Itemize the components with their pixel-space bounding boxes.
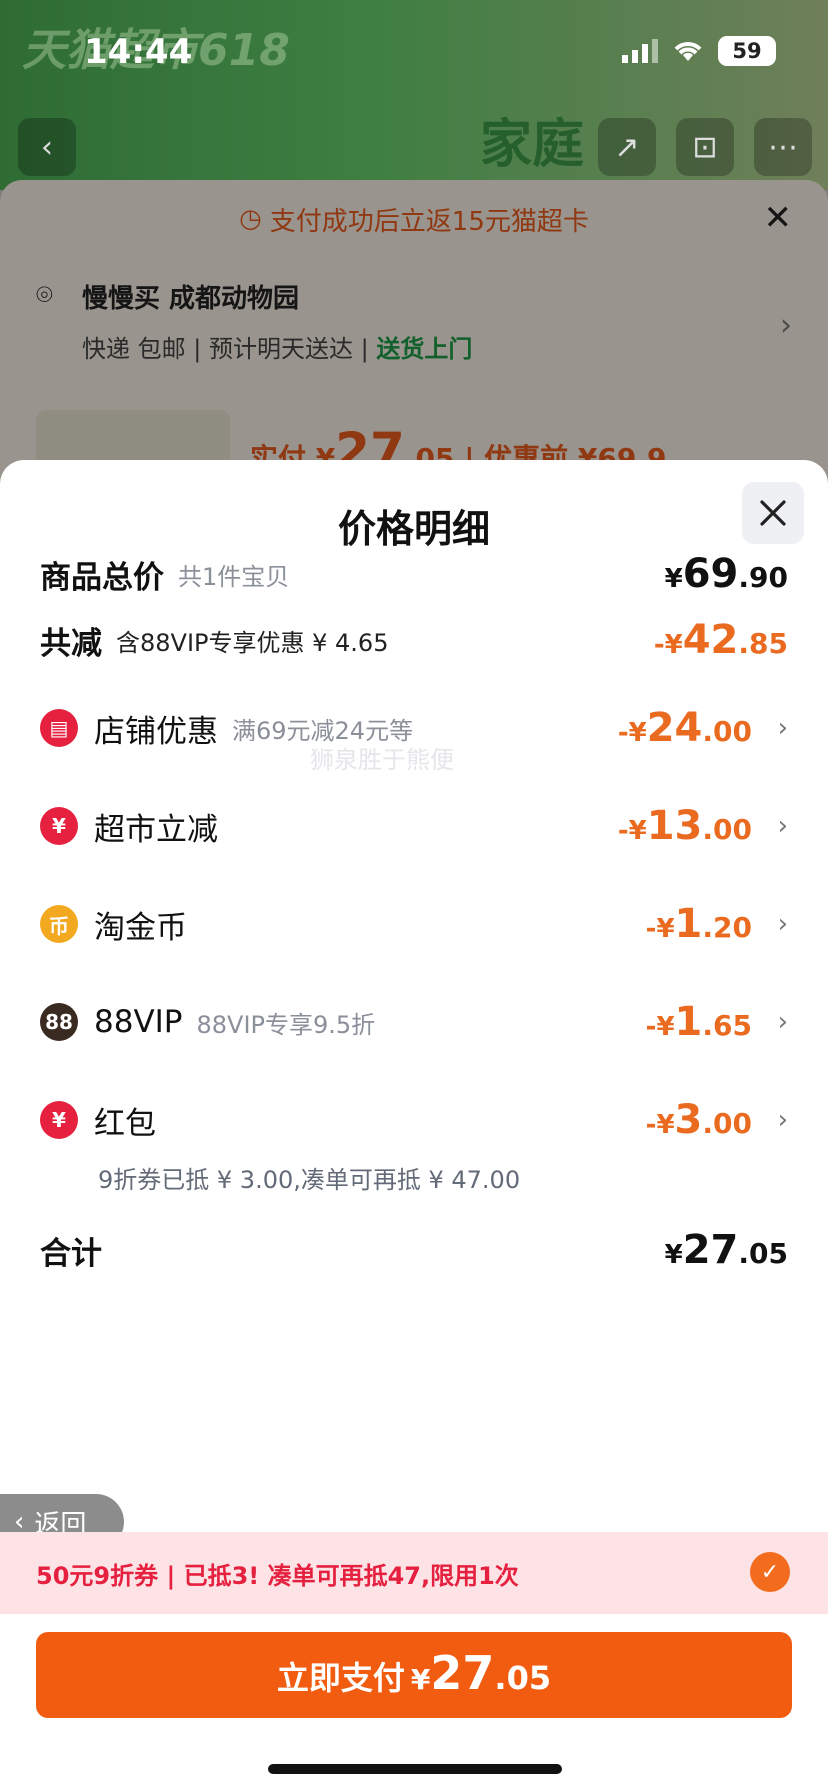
address-row[interactable]: ⌾ 慢慢买 成都动物园 快递 包邮 | 预计明天送达 | 送货上门 › [36,278,792,364]
delivery-text: 快递 包邮 | 预计明天送达 | [82,335,369,363]
discount-amount: -¥ 24.00 [618,705,752,751]
chevron-right-icon: › [780,308,792,343]
chevron-right-icon: › [777,909,788,939]
amount-int: 3 [674,1097,703,1143]
amount-dec: .85 [738,627,788,660]
amount-int: 1 [674,999,703,1045]
coupon-bar[interactable]: 50元9折券 | 已抵3! 凑单可再抵47,限用1次 ✓ [0,1532,828,1614]
close-icon [760,500,786,526]
status-icons: 59 [622,36,776,66]
discount-row-red-packet[interactable]: ¥ 红包 -¥ 3.00 › [40,1097,788,1143]
amount-dec: .90 [738,561,788,594]
chevron-right-icon: › [777,811,788,841]
total-discount-row: 共减 含88VIP专享优惠 ¥ 4.65 -¥ 42.85 [40,617,788,663]
amount-int: 42 [682,617,739,663]
amount-dec: .05 [494,1659,552,1697]
gold-coin-icon: 币 [40,905,78,943]
amount-dec: .00 [702,813,752,846]
share-icon[interactable]: ↗ [598,118,656,176]
currency: ¥ [664,1240,683,1270]
discount-label: 超市立减 [94,811,218,848]
red-packet-detail: 9折券已抵 ¥ 3.00,凑单可再抵 ¥ 47.00 [98,1166,521,1194]
amount-dec: .65 [702,1009,752,1042]
modal-title: 价格明细 [337,507,490,551]
status-time: 14:44 [84,32,193,72]
sum-label: 合计 [40,1235,102,1272]
store-icon: ▤ [40,709,78,747]
close-icon[interactable]: ✕ [764,198,793,238]
discount-row-88vip[interactable]: 88 88VIP 88VIP专享9.5折 -¥ 1.65 › [40,999,788,1045]
currency: -¥ [653,630,683,660]
total-discount-amount: -¥ 42.85 [654,617,788,663]
amount-int: 69 [682,551,739,597]
sum-row: 合计 ¥27.05 [40,1226,788,1274]
door-delivery-text: 送货上门 [376,335,473,363]
amount-int: 27 [430,1646,495,1700]
chevron-right-icon: › [777,713,788,743]
discount-note: 88VIP专享9.5折 [196,1010,376,1039]
vip88-icon: 88 [40,1003,78,1041]
yuan-badge-icon: ¥ [40,807,78,845]
amount-int: 24 [646,705,703,751]
location-pin-icon: ⌾ [36,278,53,311]
red-packet-icon: ¥ [40,1101,78,1139]
discount-label: 红包 [94,1105,156,1142]
more-icon[interactable]: ⋯ [754,118,812,176]
amount-int: 13 [646,803,703,849]
amount-dec: .00 [702,1107,752,1140]
discount-label: 88VIP [94,1004,183,1040]
currency: -¥ [617,718,647,748]
currency: -¥ [617,816,647,846]
delivery-info: 快递 包邮 | 预计明天送达 | 送货上门 [82,329,792,364]
wifi-icon [674,42,702,61]
currency: -¥ [645,914,675,944]
amount-int: 1 [674,901,703,947]
order-sheet-background: ◷ 支付成功后立返15元猫超卡 ✕ ⌾ 慢慢买 成都动物园 快递 包邮 | 预计… [0,180,828,480]
currency: -¥ [645,1110,675,1140]
amount-dec: .00 [702,715,752,748]
pay-button-label: 立即支付 [276,1659,405,1697]
cart-icon[interactable]: ⊡ [676,118,734,176]
cashback-banner: ◷ 支付成功后立返15元猫超卡 [0,180,828,258]
total-discount-note: 含88VIP专享优惠 ¥ 4.65 [116,628,389,657]
signal-icon [622,39,658,63]
discount-amount: -¥ 3.00 [646,1097,752,1143]
coupon-text: 50元9折券 | 已抵3! 凑单可再抵47,限用1次 [36,1561,519,1590]
sum-amount: ¥27.05 [665,1227,788,1273]
goods-total-label: 商品总价 [40,559,164,596]
discount-amount: -¥ 1.65 [646,999,752,1045]
pay-now-button[interactable]: 立即支付 ¥ 27 .05 [36,1632,792,1718]
currency: -¥ [645,1012,675,1042]
discount-label: 淘金币 [94,909,187,946]
discount-row-supermarket[interactable]: ¥ 超市立减 -¥ 13.00 › [40,803,788,849]
amount-int: 27 [682,1227,739,1273]
discount-amount: -¥ 13.00 [618,803,752,849]
back-nav-icon[interactable]: ‹ [18,118,76,176]
amount-dec: .20 [702,911,752,944]
address-name: 慢慢买 成都动物园 [82,284,300,314]
goods-total-row: 商品总价 共1件宝贝 ¥69.90 [40,551,788,597]
total-discount-label: 共减 [40,625,102,662]
discount-amount: -¥ 1.20 [646,901,752,947]
currency: ¥ [410,1663,431,1696]
goods-total-amount: ¥69.90 [665,551,788,597]
clock-icon: ◷ [239,204,262,234]
discount-label: 店铺优惠 [94,713,218,750]
close-button[interactable] [742,482,804,544]
checkmark-icon[interactable]: ✓ [750,1552,790,1592]
home-indicator [268,1764,562,1774]
currency: ¥ [664,564,683,594]
discount-row-coins[interactable]: 币 淘金币 -¥ 1.20 › [40,901,788,947]
amount-dec: .05 [738,1237,788,1270]
cashback-text: 支付成功后立返15元猫超卡 [269,206,589,237]
product-art-text: 家庭 [480,115,585,175]
chevron-right-icon: › [777,1007,788,1037]
goods-total-note: 共1件宝贝 [178,562,290,591]
battery-indicator: 59 [718,36,776,66]
chevron-right-icon: › [777,1105,788,1135]
watermark: 狮泉胜于熊便 [310,746,454,774]
